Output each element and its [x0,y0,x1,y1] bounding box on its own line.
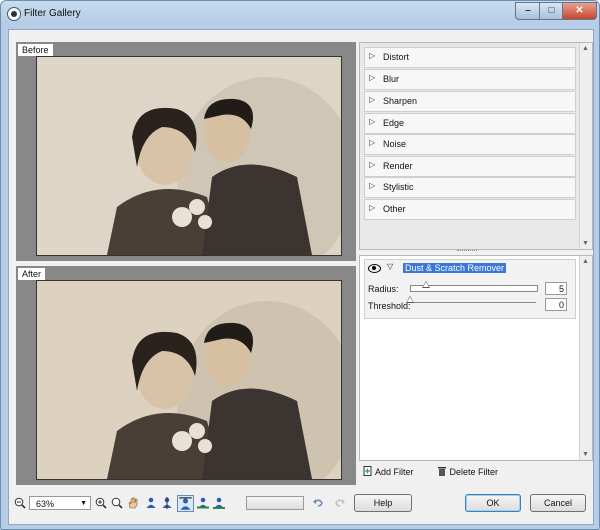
category-label: Noise [383,139,407,149]
category-edge[interactable]: ▷ Edge [364,113,576,134]
expand-triangle-icon: ▷ [369,203,376,212]
before-preview: Before [16,42,356,261]
scroll-up-icon[interactable]: ▲ [582,258,589,265]
category-scrollbar[interactable]: ▲ ▼ [579,43,592,249]
after-photo[interactable] [36,280,342,480]
zoom-level-select[interactable]: 63% ▼ [29,496,91,510]
category-distort[interactable]: ▷ Distort [364,47,576,68]
expand-triangle-icon: ▷ [369,138,376,147]
filters-scrollbar[interactable]: ▲ ▼ [579,256,592,460]
radius-slider[interactable] [410,281,538,292]
hand-icon[interactable] [127,497,139,509]
undo-icon[interactable] [312,497,324,509]
threshold-slider-thumb[interactable] [406,296,414,303]
maximize-button[interactable]: □ [539,2,564,20]
radius-slider-thumb[interactable] [422,281,431,288]
category-stylistic[interactable]: ▷ Stylistic [364,177,576,198]
person-two-icon[interactable] [197,497,209,509]
minimize-button[interactable]: – [515,2,541,20]
category-label: Sharpen [383,96,418,106]
category-label: Stylistic [383,182,414,192]
cancel-button[interactable]: Cancel [530,494,586,512]
magnifier-icon[interactable] [111,497,123,509]
delete-filter-label: Delete Filter [449,467,499,477]
scroll-down-icon[interactable]: ▼ [582,451,589,458]
expand-triangle-icon: ▷ [369,73,376,82]
close-button[interactable]: ✕ [562,2,597,20]
help-button[interactable]: Help [354,494,412,512]
threshold-slider[interactable] [406,296,536,304]
person-single-icon[interactable] [145,497,157,509]
expand-triangle-icon: ▷ [369,95,376,104]
after-label: After [18,268,46,280]
radius-label: Radius: [368,284,399,294]
category-label: Edge [383,118,405,128]
expand-triangle-icon: ▷ [369,181,376,190]
filter-gallery-icon[interactable] [7,7,21,21]
category-other[interactable]: ▷ Other [364,199,576,220]
filter-gallery-window: Filter Gallery – □ ✕ Before After ▷ Dist… [0,0,600,530]
threshold-label: Threshold: [368,301,411,311]
before-photo[interactable] [36,56,342,256]
person-split-icon[interactable] [161,497,173,509]
title-bar[interactable]: Filter Gallery – □ ✕ [1,1,599,27]
filter-name[interactable]: Dust & Scratch Remover [403,263,507,273]
window-title: Filter Gallery [24,8,81,19]
category-noise[interactable]: ▷ Noise [364,134,576,155]
threshold-value[interactable]: 0 [545,298,567,311]
category-blur[interactable]: ▷ Blur [364,69,576,90]
dialog-body: Before After ▷ Distort ▷ Blur ▷ Sharpen … [8,29,594,525]
progress-bar [246,496,304,510]
person-compare-icon[interactable] [177,495,194,512]
before-label: Before [18,44,53,56]
category-render[interactable]: ▷ Render [364,156,576,177]
zoom-out-icon[interactable] [14,497,26,509]
category-label: Render [383,161,413,171]
eye-icon[interactable] [368,264,381,273]
applied-filters-panel: ▽ Dust & Scratch Remover Radius: 5 Thres… [359,255,593,461]
collapse-triangle-icon[interactable]: ▽ [387,262,393,271]
filter-category-list: ▷ Distort ▷ Blur ▷ Sharpen ▷ Edge ▷ Nois… [359,42,593,250]
delete-filter-button[interactable]: Delete Filter [437,466,498,477]
redo-icon[interactable] [334,497,346,509]
category-label: Other [383,204,406,214]
bottom-toolbar: 63% ▼ Help OK Cancel [9,492,593,522]
before-image [37,57,341,255]
category-label: Blur [383,74,400,84]
expand-triangle-icon: ▷ [369,160,376,169]
radius-value[interactable]: 5 [545,282,567,295]
ok-button[interactable]: OK [465,494,521,512]
trash-icon [438,467,446,476]
zoom-value: 63% [36,499,55,509]
person-after-icon[interactable] [213,497,225,509]
chevron-down-icon: ▼ [80,500,87,507]
add-filter-button[interactable]: Add Filter [363,466,414,477]
scroll-down-icon[interactable]: ▼ [582,240,589,247]
after-image [37,281,341,479]
category-label: Distort [383,52,410,62]
add-filter-label: Add Filter [375,467,414,477]
scroll-up-icon[interactable]: ▲ [582,45,589,52]
panel-splitter[interactable] [457,250,477,254]
applied-filter-item[interactable]: ▽ Dust & Scratch Remover Radius: 5 Thres… [364,259,576,319]
add-document-icon [363,466,372,476]
after-preview: After [16,266,356,485]
zoom-in-icon[interactable] [95,497,107,509]
category-sharpen[interactable]: ▷ Sharpen [364,91,576,112]
expand-triangle-icon: ▷ [369,51,376,60]
expand-triangle-icon: ▷ [369,117,376,126]
